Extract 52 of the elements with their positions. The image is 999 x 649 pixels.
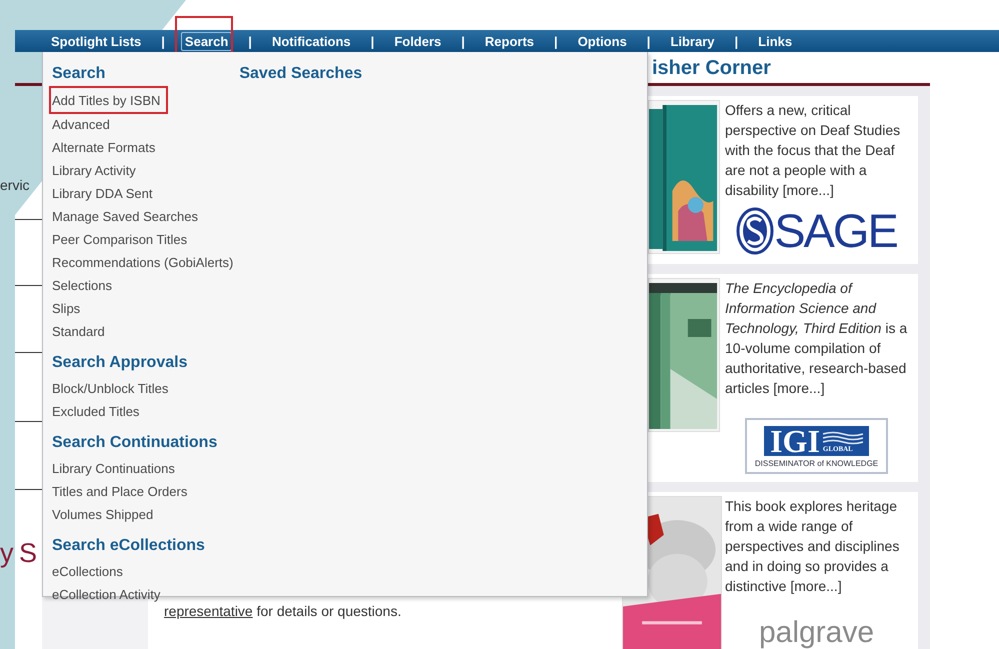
publisher-logo: palgrave — [758, 616, 874, 649]
menu-item[interactable]: Manage Saved Searches — [49, 205, 204, 228]
menu-item[interactable]: Volumes Shipped — [49, 503, 160, 526]
menu-item[interactable]: Library Continuations — [49, 457, 181, 480]
nav-tab[interactable]: Notifications — [268, 32, 355, 50]
logo-mark-icon — [736, 207, 774, 255]
menu-heading: Search eCollections — [52, 536, 206, 556]
menu-item[interactable]: Selections — [49, 274, 118, 297]
body-text: representative for details or questions. — [164, 603, 402, 619]
menu-item[interactable]: Slips — [49, 297, 86, 320]
book-description: Offers a new, critical perspective on Deaf Studies with the focus that the Deaf are not a people with a disability [more...] — [725, 101, 902, 200]
nav-tab[interactable]: Options — [574, 32, 631, 50]
menu-item[interactable]: eCollections — [49, 560, 129, 583]
nav-separator: | — [247, 34, 253, 48]
publisher-logo: SAGE — [774, 206, 897, 256]
nav-separator: | — [553, 34, 559, 48]
section-title: isher Corner — [652, 56, 772, 80]
nav-tab[interactable]: Reports — [480, 32, 538, 50]
nav-tab[interactable]: Links — [754, 32, 796, 50]
nav-separator: | — [160, 34, 166, 48]
menu-item[interactable]: Add Titles by ISBN — [49, 86, 168, 114]
nav-separator: | — [460, 34, 466, 48]
nav-separator: | — [370, 34, 376, 48]
menu-item[interactable]: Library DDA Sent — [49, 182, 158, 205]
representative-link[interactable]: representative — [164, 603, 253, 619]
nav-tab[interactable]: Folders — [390, 32, 446, 50]
nav-tab[interactable]: Search — [180, 32, 232, 50]
menu-item[interactable]: Recommendations (GobiAlerts) — [49, 251, 240, 274]
section-heading: y S — [0, 537, 36, 570]
menu-item[interactable]: eCollection Activity — [49, 583, 166, 606]
menu-item[interactable]: Advanced — [49, 113, 116, 136]
menu-item[interactable]: Block/Unblock Titles — [49, 377, 174, 400]
book-description: The Encyclopedia of Information Science and Technology, Third Edition is a 10-volume compilation of authoritative, research-based articles [more...] — [725, 279, 908, 398]
logo-tagline: DISSEMINATOR of KNOWLEDGE — [754, 459, 878, 468]
menu-item[interactable]: Excluded Titles — [49, 400, 146, 423]
menu-item[interactable]: Alternate Formats — [49, 136, 162, 159]
body-text: ervic — [0, 177, 30, 193]
wave-lines-icon — [822, 431, 863, 445]
menu-heading: Search — [52, 64, 106, 84]
publisher-logo: IGI — [770, 426, 820, 456]
menu-heading: Search Continuations — [52, 433, 218, 453]
nav-separator: | — [646, 34, 652, 48]
nav-tab[interactable]: Spotlight Lists — [47, 32, 146, 50]
menu-heading: Saved Searches — [239, 64, 362, 84]
menu-item[interactable]: Titles and Place Orders — [49, 480, 194, 503]
menu-heading: Search Approvals — [52, 353, 188, 373]
nav-tab[interactable]: Library — [666, 32, 719, 50]
book-description: This book explores heritage from a wide range of perspectives and disciplines and in doing so provides a distinctive [more...] — [725, 497, 900, 596]
menu-item[interactable]: Standard — [49, 320, 111, 343]
menu-item[interactable]: Peer Comparison Titles — [49, 228, 194, 251]
menu-item[interactable]: Library Activity — [49, 159, 142, 182]
nav-separator: | — [734, 34, 740, 48]
